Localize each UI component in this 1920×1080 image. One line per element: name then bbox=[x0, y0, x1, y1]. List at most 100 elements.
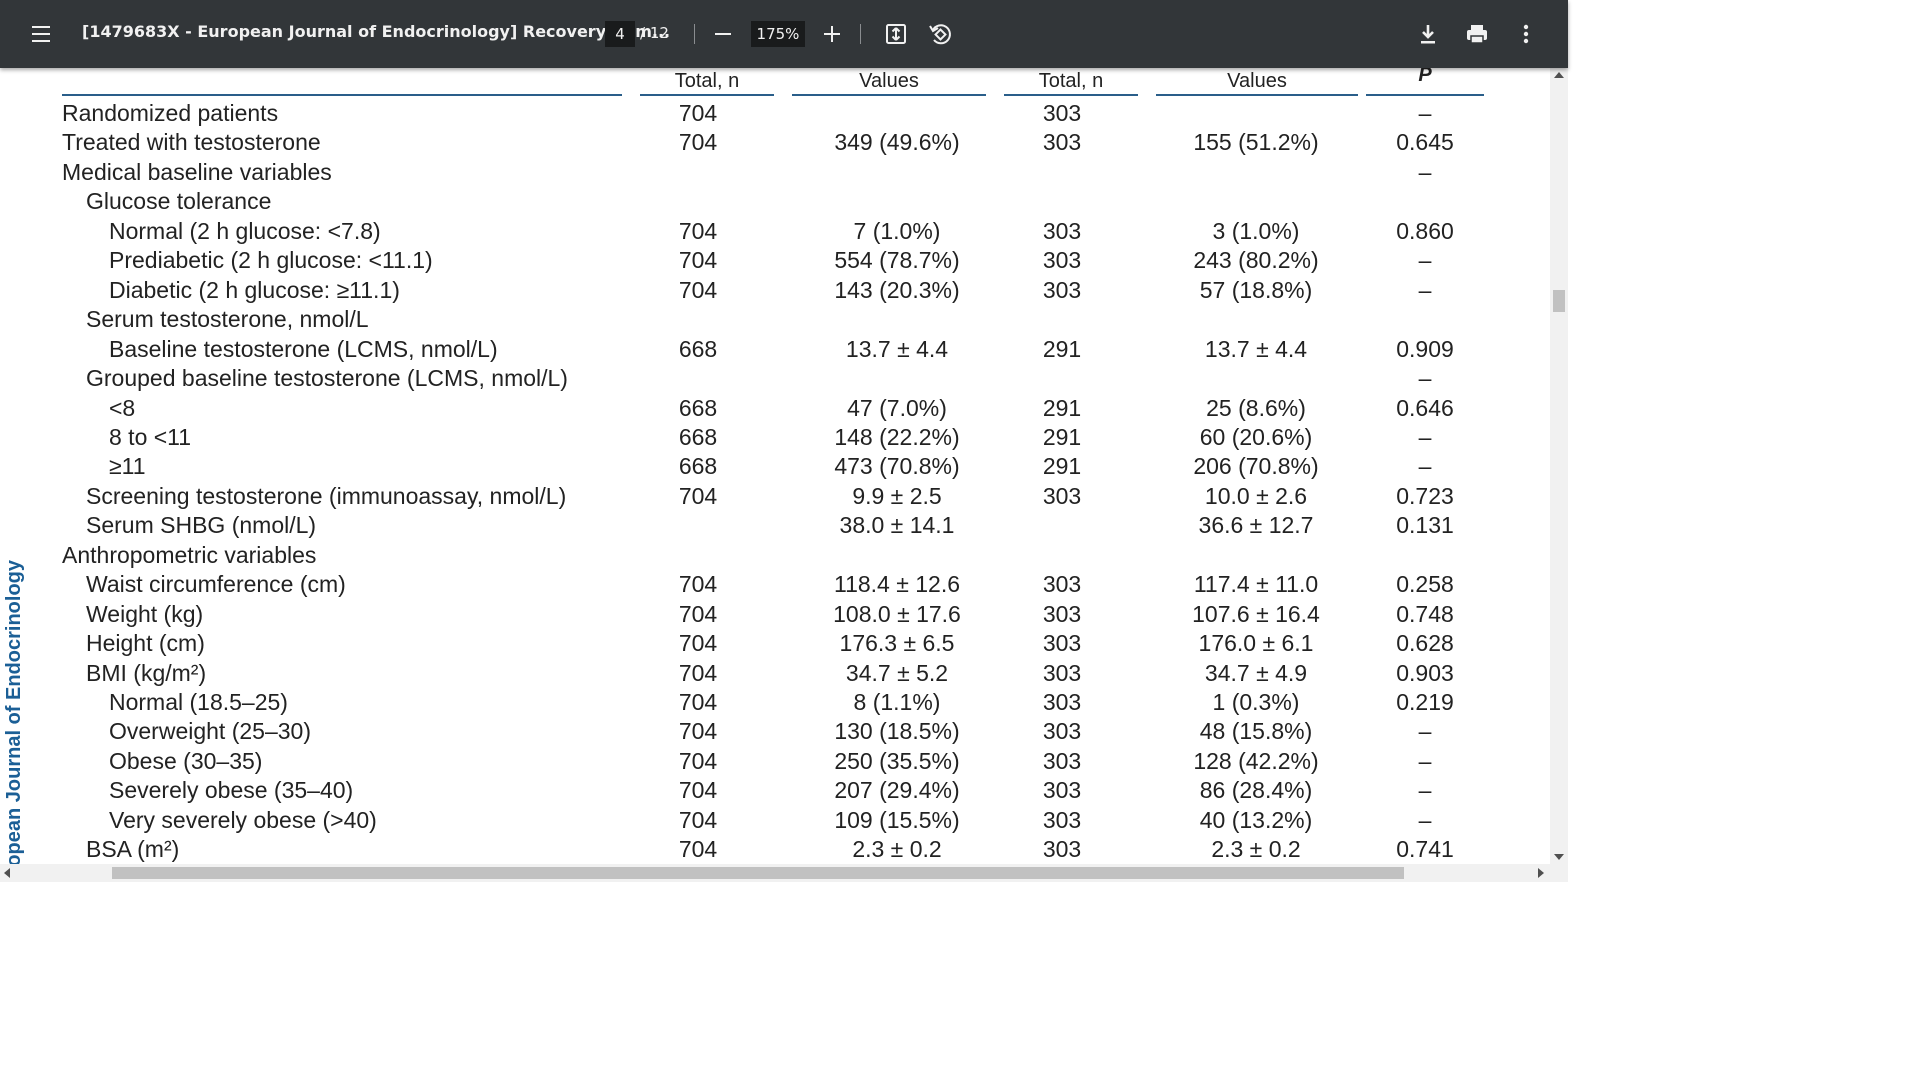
cell-p-value: – bbox=[1418, 453, 1432, 480]
zoom-level-input[interactable]: 175% bbox=[751, 21, 805, 47]
cell-values-2: 107.6 ± 16.4 bbox=[1192, 600, 1320, 627]
cell-total-n-2: 303 bbox=[1042, 689, 1082, 715]
table-row: Weight (kg) 704 108.0 ± 17.6 303 107.6 ± 16.… bbox=[0, 601, 1550, 630]
column-header-values-1: Values bbox=[859, 70, 919, 92]
download-icon[interactable] bbox=[1414, 20, 1442, 48]
cell-p-value: 0.723 bbox=[1396, 482, 1454, 509]
cell-p-value: 0.748 bbox=[1396, 600, 1454, 627]
table-row: <8 668 47 (7.0%) 291 25 (8.6%) 0.646 bbox=[0, 395, 1550, 424]
pdf-page-viewport: European Journal of Endocrinology Total,… bbox=[0, 68, 1550, 864]
cell-p-value: – bbox=[1418, 365, 1432, 392]
horizontal-scrollbar[interactable] bbox=[0, 864, 1568, 882]
menu-icon[interactable] bbox=[26, 22, 56, 46]
row-label: Weight (kg) bbox=[86, 600, 204, 627]
scroll-up-icon[interactable] bbox=[1554, 72, 1564, 78]
cell-total-n-2: 303 bbox=[1042, 129, 1082, 156]
row-label: Severely obese (35–40) bbox=[109, 777, 354, 804]
cell-total-n-1: 704 bbox=[678, 659, 718, 686]
cell-values-1: 143 (20.3%) bbox=[834, 276, 960, 303]
cell-total-n-2: 303 bbox=[1042, 777, 1082, 804]
vertical-scroll-thumb[interactable] bbox=[1553, 290, 1565, 312]
fit-to-page-icon[interactable] bbox=[882, 20, 910, 48]
row-label: <8 bbox=[109, 394, 136, 421]
header-rule bbox=[1366, 94, 1484, 96]
scroll-down-icon[interactable] bbox=[1554, 854, 1564, 860]
page-number-input[interactable]: 4 bbox=[605, 21, 635, 47]
cell-values-1: 118.4 ± 12.6 bbox=[833, 571, 961, 598]
cell-total-n-2: 303 bbox=[1042, 806, 1082, 833]
row-label: Randomized patients bbox=[62, 100, 279, 126]
table-row: Grouped baseline testosterone (LCMS, nmo… bbox=[0, 365, 1550, 394]
header-rule bbox=[1156, 94, 1358, 96]
row-label: Diabetic (2 h glucose: ≥11.1) bbox=[109, 276, 400, 303]
column-header-total-n-1: Total, n bbox=[674, 70, 740, 92]
cell-values-2: 2.3 ± 0.2 bbox=[1211, 836, 1301, 863]
cell-values-1: 130 (18.5%) bbox=[834, 718, 960, 745]
cell-p-value: 0.741 bbox=[1396, 836, 1454, 863]
more-options-icon[interactable] bbox=[1512, 20, 1540, 48]
cell-total-n-1: 704 bbox=[678, 777, 718, 804]
horizontal-scroll-thumb[interactable] bbox=[112, 867, 1404, 879]
scroll-right-icon[interactable] bbox=[1538, 868, 1544, 878]
cell-values-2: 117.4 ± 11.0 bbox=[1193, 571, 1319, 598]
row-label: BMI (kg/m²) bbox=[86, 659, 207, 686]
column-header-p: P bbox=[1418, 68, 1432, 86]
cell-p-value: – bbox=[1418, 158, 1432, 185]
cell-values-1: 7 (1.0%) bbox=[853, 217, 941, 244]
cell-p-value: 0.646 bbox=[1396, 394, 1454, 421]
cell-p-value: – bbox=[1418, 806, 1432, 833]
row-label: 8 to <11 bbox=[109, 423, 192, 450]
cell-total-n-2: 303 bbox=[1042, 659, 1082, 686]
row-label: Serum testosterone, nmol/L bbox=[86, 306, 369, 333]
table-row: Prediabetic (2 h glucose: <11.1) 704 554 (… bbox=[0, 247, 1550, 276]
cell-total-n-1: 704 bbox=[678, 571, 718, 598]
cell-values-2: 176.0 ± 6.1 bbox=[1198, 630, 1314, 657]
cell-total-n-2: 303 bbox=[1042, 482, 1082, 509]
header-rule bbox=[640, 94, 774, 96]
zoom-in-button[interactable] bbox=[819, 20, 845, 48]
table-row: Anthropometric variables bbox=[0, 542, 1550, 571]
table-row: ≥11 668 473 (70.8%) 291 206 (70.8%) – bbox=[0, 453, 1550, 482]
cell-total-n-2: 303 bbox=[1042, 836, 1082, 863]
cell-values-1: 8 (1.1%) bbox=[853, 689, 941, 715]
table-row: BMI (kg/m²) 704 34.7 ± 5.2 303 34.7 ± 4.9 0.9… bbox=[0, 660, 1550, 689]
cell-total-n-1: 668 bbox=[678, 453, 718, 480]
cell-values-1: 9.9 ± 2.5 bbox=[852, 482, 942, 509]
cell-values-2: 3 (1.0%) bbox=[1212, 217, 1300, 244]
cell-total-n-1: 704 bbox=[678, 217, 718, 244]
cell-values-2: 243 (80.2%) bbox=[1193, 247, 1319, 274]
cell-values-2: 36.6 ± 12.7 bbox=[1198, 512, 1314, 539]
cell-values-2: 155 (51.2%) bbox=[1193, 129, 1319, 156]
cell-values-1: 47 (7.0%) bbox=[847, 394, 947, 421]
row-label: BSA (m²) bbox=[86, 836, 180, 863]
cell-total-n-2: 291 bbox=[1042, 453, 1082, 480]
cell-p-value: – bbox=[1418, 747, 1432, 774]
table-row: Randomized patients 704 303 – bbox=[0, 100, 1550, 129]
zoom-out-button[interactable] bbox=[710, 20, 736, 48]
scroll-left-icon[interactable] bbox=[4, 868, 10, 878]
cell-values-2: 48 (15.8%) bbox=[1199, 718, 1313, 745]
vertical-scrollbar[interactable] bbox=[1550, 68, 1568, 864]
cell-values-1: 473 (70.8%) bbox=[834, 453, 960, 480]
table-row: Medical baseline variables – bbox=[0, 159, 1550, 188]
row-label: Overweight (25–30) bbox=[109, 718, 311, 745]
cell-total-n-1: 668 bbox=[678, 335, 718, 362]
cell-values-2: 25 (8.6%) bbox=[1206, 394, 1306, 421]
header-rule bbox=[1004, 94, 1138, 96]
column-header-total-n-2: Total, n bbox=[1038, 70, 1104, 92]
cell-values-1: 34.7 ± 5.2 bbox=[845, 659, 949, 686]
row-label: Normal (18.5–25) bbox=[109, 689, 288, 715]
cell-total-n-2: 291 bbox=[1042, 394, 1082, 421]
header-rule bbox=[792, 94, 986, 96]
cell-values-1: 250 (35.5%) bbox=[834, 747, 960, 774]
print-icon[interactable] bbox=[1462, 20, 1492, 48]
cell-total-n-1: 704 bbox=[678, 247, 718, 274]
cell-total-n-1: 704 bbox=[678, 630, 718, 657]
cell-values-1: 349 (49.6%) bbox=[834, 129, 960, 156]
table-row: Obese (30–35) 704 250 (35.5%) 303 128 (42.2%… bbox=[0, 748, 1550, 777]
row-label: Baseline testosterone (LCMS, nmol/L) bbox=[109, 335, 498, 362]
rotate-icon[interactable] bbox=[926, 20, 954, 48]
cell-total-n-1: 704 bbox=[678, 482, 718, 509]
table-row: Serum SHBG (nmol/L) 38.0 ± 14.1 36.6 ± 12.… bbox=[0, 512, 1550, 541]
cell-p-value: 0.645 bbox=[1396, 129, 1454, 156]
